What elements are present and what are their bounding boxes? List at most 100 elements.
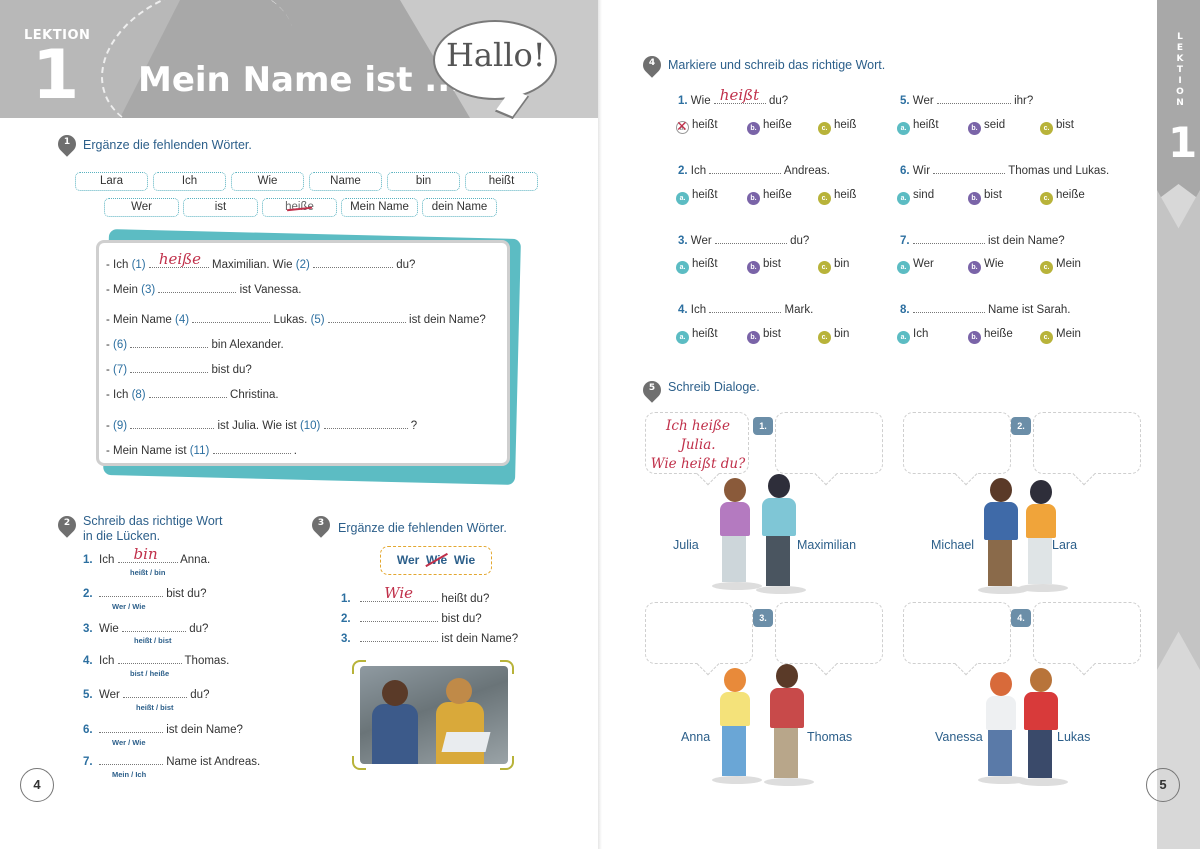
task-3-word-box: Wer Wie Wie	[380, 546, 492, 575]
option-a[interactable]: a. heißt	[676, 328, 718, 344]
task-4-title: Markiere und schreib das richtige Wort.	[668, 58, 886, 72]
option-c[interactable]: c. Mein	[1040, 258, 1081, 274]
task-5-marker-icon: 5	[639, 377, 665, 403]
word-box: Lara	[75, 172, 148, 191]
task-2-hint: Mein / Ich	[112, 770, 147, 779]
task-1-title: Ergänze die fehlenden Wörter.	[83, 138, 252, 152]
hallo-text: Hallo!	[446, 36, 546, 74]
character-name: Lara	[1052, 538, 1078, 552]
left-page: LEKTION 1 Mein Name ist ... Hallo! 1 Erg…	[0, 0, 600, 849]
fill-line-7: - (9) ist Julia. Wie ist (10) ?	[106, 420, 418, 432]
option-c[interactable]: c. bin	[818, 328, 849, 344]
fill-line-8: - Mein Name ist (11) .	[106, 445, 297, 457]
page-number-left: 4	[20, 768, 54, 802]
struck-word: Wie	[425, 552, 448, 567]
handwritten-answer: heißt	[719, 86, 760, 104]
lektion-number: 1	[32, 36, 80, 115]
option-a-checked[interactable]: a.heißt	[676, 119, 718, 135]
task-2-hint: heißt / bist	[136, 703, 174, 712]
task-3-item: 2. bist du?	[341, 613, 482, 625]
book-spine	[598, 0, 602, 849]
fill-line-1: - Ich (1) heiße Maximilian. Wie (2) du?	[106, 250, 416, 271]
task-5-title: Schreib Dialoge.	[668, 380, 760, 394]
photo-corner-decoration	[500, 756, 514, 770]
task-2-item: 1. Ich bin Anna.	[83, 545, 211, 566]
option-b[interactable]: b. bist	[968, 189, 1002, 205]
task-2-title-line2: in die Lücken.	[83, 529, 161, 543]
task-2-item: 4. Ich Thomas.	[83, 655, 230, 667]
option-b[interactable]: b. heiße	[747, 189, 792, 205]
character-name: Maximilian	[797, 538, 857, 552]
dialog-badge: 2.	[1011, 417, 1031, 435]
character-name: Julia	[673, 538, 699, 552]
task-3-marker-icon: 3	[308, 512, 334, 538]
fill-line-2: - Mein (3) ist Vanessa.	[106, 284, 302, 296]
word-box-struck: heiße	[262, 198, 337, 217]
option-b[interactable]: b. heiße	[968, 328, 1013, 344]
word-box: Name	[309, 172, 382, 191]
task-4-question: 1. Wie heißt du?	[678, 86, 789, 107]
character-name: Vanessa	[935, 730, 983, 744]
option-b[interactable]: b. bist	[747, 328, 781, 344]
option-c[interactable]: c. bist	[1040, 119, 1074, 135]
task-2-title-line1: Schreib das richtige Wort	[83, 514, 223, 528]
task-4-question: 4. Ich Mark.	[678, 304, 814, 316]
task-4-question: 3. Wer du?	[678, 235, 810, 247]
photo-corner-decoration	[352, 660, 366, 674]
word-box: Wie	[231, 172, 304, 191]
dialog-badge: 4.	[1011, 609, 1031, 627]
word-box: Wer	[104, 198, 179, 217]
task-4-question: 2. Ich Andreas.	[678, 165, 830, 177]
option-a[interactable]: a. heißt	[676, 258, 718, 274]
word-box: bin	[387, 172, 460, 191]
option-c[interactable]: c. Mein	[1040, 328, 1081, 344]
option-b[interactable]: b. Wie	[968, 258, 1004, 274]
photo-corner-decoration	[500, 660, 514, 674]
speech-bubble-left[interactable]	[903, 602, 1011, 664]
option-c[interactable]: c. heiße	[1040, 189, 1085, 205]
character-name: Anna	[681, 730, 711, 744]
option-b[interactable]: b. bist	[747, 258, 781, 274]
speech-bubble-left[interactable]	[903, 412, 1011, 474]
photo-corner-decoration	[352, 756, 366, 770]
task-3-title: Ergänze die fehlenden Wörter.	[338, 521, 507, 535]
task-2-hint: Wer / Wie	[112, 602, 146, 611]
task-2-item: 3. Wie du?	[83, 623, 209, 635]
word-box: dein Name	[422, 198, 497, 217]
page-title: Mein Name ist ...	[138, 60, 464, 100]
task-2-item: 2. bist du?	[83, 588, 207, 600]
fill-line-3: - Mein Name (4) Lukas. (5) ist dein Name…	[106, 314, 486, 326]
task-4-question: 5. Wer ihr?	[900, 95, 1034, 107]
task-1-dialog-card	[96, 240, 510, 466]
word-box: heißt	[465, 172, 538, 191]
option-a[interactable]: a. Wer	[897, 258, 934, 274]
task-2-item: 6. ist dein Name?	[83, 724, 243, 736]
speech-bubble-left[interactable]	[645, 602, 753, 664]
handwritten-answer: heiße	[158, 250, 202, 268]
task-2-hint: heißt / bin	[130, 568, 166, 577]
option-b[interactable]: b. seid	[968, 119, 1005, 135]
task-3-item: 3. ist dein Name?	[341, 633, 519, 645]
option-c[interactable]: c. bin	[818, 258, 849, 274]
task-2-item: 7. Name ist Andreas.	[83, 756, 261, 768]
option-a[interactable]: a. Ich	[897, 328, 928, 344]
task-2-marker-icon: 2	[54, 512, 80, 538]
fill-line-6: - Ich (8) Christina.	[106, 389, 279, 401]
option-a[interactable]: a. heißt	[897, 119, 939, 135]
option-c[interactable]: c. heiß	[818, 119, 856, 135]
task-4-question: 7. ist dein Name?	[900, 235, 1065, 247]
word-box: Ich	[153, 172, 226, 191]
task-4-question: 6. Wir Thomas und Lukas.	[900, 165, 1110, 177]
task-2-hint: bist / heiße	[130, 669, 170, 678]
option-c[interactable]: c. heiß	[818, 189, 856, 205]
task-3-item: 1. Wie heißt du?	[341, 584, 490, 605]
side-tab-label: LEKTION	[1176, 32, 1184, 108]
option-a[interactable]: a. sind	[897, 189, 934, 205]
character-name: Thomas	[807, 730, 853, 744]
option-b[interactable]: b. heiße	[747, 119, 792, 135]
option-a[interactable]: a. heißt	[676, 189, 718, 205]
word-box: Mein Name	[341, 198, 418, 217]
task-2-hint: heißt / bist	[134, 636, 172, 645]
dialog-badge: 3.	[753, 609, 773, 627]
task-4-marker-icon: 4	[639, 52, 665, 78]
